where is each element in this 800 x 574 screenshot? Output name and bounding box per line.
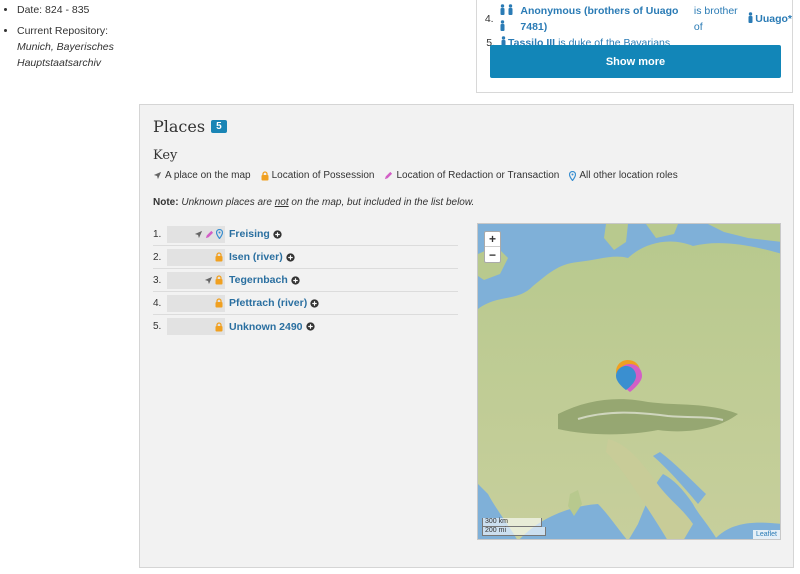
list-item: 4. Pfettrach (river)	[153, 292, 458, 315]
place-number: 1.	[153, 228, 162, 240]
place-role-icons	[167, 248, 225, 266]
plus-circle-icon[interactable]	[286, 252, 295, 262]
places-title: Places	[153, 117, 206, 136]
scale-km: 300 km	[482, 518, 542, 527]
places-panel: Places 5 Key A place on the map Location…	[139, 104, 794, 568]
places-heading: Places 5	[153, 117, 227, 136]
marker-icon	[569, 170, 577, 181]
arrow-icon	[204, 276, 213, 284]
places-count-badge: 5	[211, 120, 227, 133]
people-panel: 4. Anonymous (brothers of Uuago 7481) is…	[476, 0, 793, 93]
place-number: 4.	[153, 297, 162, 309]
place-link[interactable]: Pfettrach (river)	[229, 297, 319, 309]
zoom-out-button[interactable]: −	[485, 247, 500, 262]
place-link[interactable]: Isen (river)	[229, 251, 295, 263]
marker-icon	[216, 229, 223, 239]
relation-text: is brother of	[693, 5, 738, 33]
map-zoom-control: + −	[484, 231, 501, 263]
lock-icon	[215, 275, 223, 285]
people-list-item: 4. Anonymous (brothers of Uuago 7481) is…	[480, 3, 792, 35]
list-item: 2. Isen (river)	[153, 246, 458, 269]
map-tiles[interactable]	[478, 224, 781, 540]
places-list: 1. Freising 2. Isen (river) 3. Tegernbac…	[153, 223, 458, 338]
show-more-button[interactable]: Show more	[490, 45, 781, 78]
person-group-icon	[499, 3, 521, 35]
lock-icon	[215, 252, 223, 262]
list-number: 4.	[484, 13, 494, 25]
people-list: 4. Anonymous (brothers of Uuago 7481) is…	[480, 3, 792, 51]
unknown-places-note: Note: Unknown places are not on the map,…	[153, 197, 475, 208]
person-icon	[747, 11, 755, 27]
date-label: Date:	[17, 4, 43, 16]
place-number: 2.	[153, 251, 162, 263]
key-item-map: A place on the map	[153, 170, 251, 181]
lock-icon	[215, 298, 223, 308]
list-item: 1. Freising	[153, 223, 458, 246]
place-role-icons	[167, 271, 225, 289]
lock-icon	[261, 170, 269, 180]
key-item-redaction: Location of Redaction or Transaction	[384, 170, 559, 181]
date-item: Date: 824 - 835	[17, 2, 135, 18]
pencil-icon	[205, 230, 214, 238]
places-map[interactable]: + − 300 km 200 mi Leaflet	[477, 223, 781, 540]
list-item: 3. Tegernbach	[153, 269, 458, 292]
pencil-icon	[385, 171, 393, 180]
key-legend: A place on the map Location of Possessio…	[153, 170, 688, 181]
leaflet-attribution-link[interactable]: Leaflet	[752, 530, 780, 539]
list-item: 5. Unknown 2490	[153, 315, 458, 338]
repository-label: Current Repository:	[17, 25, 109, 37]
place-link[interactable]: Freising	[229, 228, 282, 240]
person-link[interactable]: Anonymous (brothers of Uuago 7481)	[520, 3, 691, 35]
plus-circle-icon[interactable]	[310, 298, 319, 308]
key-item-other: All other location roles	[569, 170, 678, 181]
charter-meta-list: Date: 824 - 835 Current Repository: Muni…	[0, 2, 135, 76]
lock-icon	[215, 321, 223, 331]
place-link[interactable]: Tegernbach	[229, 274, 300, 286]
plus-circle-icon[interactable]	[305, 322, 315, 331]
key-title: Key	[153, 148, 178, 163]
place-role-icons	[167, 225, 225, 243]
person-link[interactable]: Uuago*	[755, 11, 792, 27]
place-link[interactable]: Unknown 2490	[229, 321, 315, 333]
place-number: 5.	[153, 321, 162, 332]
repository-value: Munich, Bayerisches Hauptstaatsarchiv	[17, 41, 114, 69]
scale-mi: 200 mi	[482, 527, 546, 536]
plus-circle-icon[interactable]	[291, 275, 300, 285]
plus-circle-icon[interactable]	[273, 229, 282, 239]
place-number: 3.	[153, 274, 162, 286]
key-item-possession: Location of Possession	[261, 170, 374, 181]
place-role-icons	[167, 294, 225, 312]
zoom-in-button[interactable]: +	[485, 232, 500, 247]
date-value: 824 - 835	[45, 4, 90, 16]
repository-item: Current Repository: Munich, Bayerisches …	[17, 23, 135, 71]
arrow-icon	[194, 230, 203, 238]
place-role-icons	[167, 318, 225, 335]
arrow-icon	[153, 171, 162, 180]
